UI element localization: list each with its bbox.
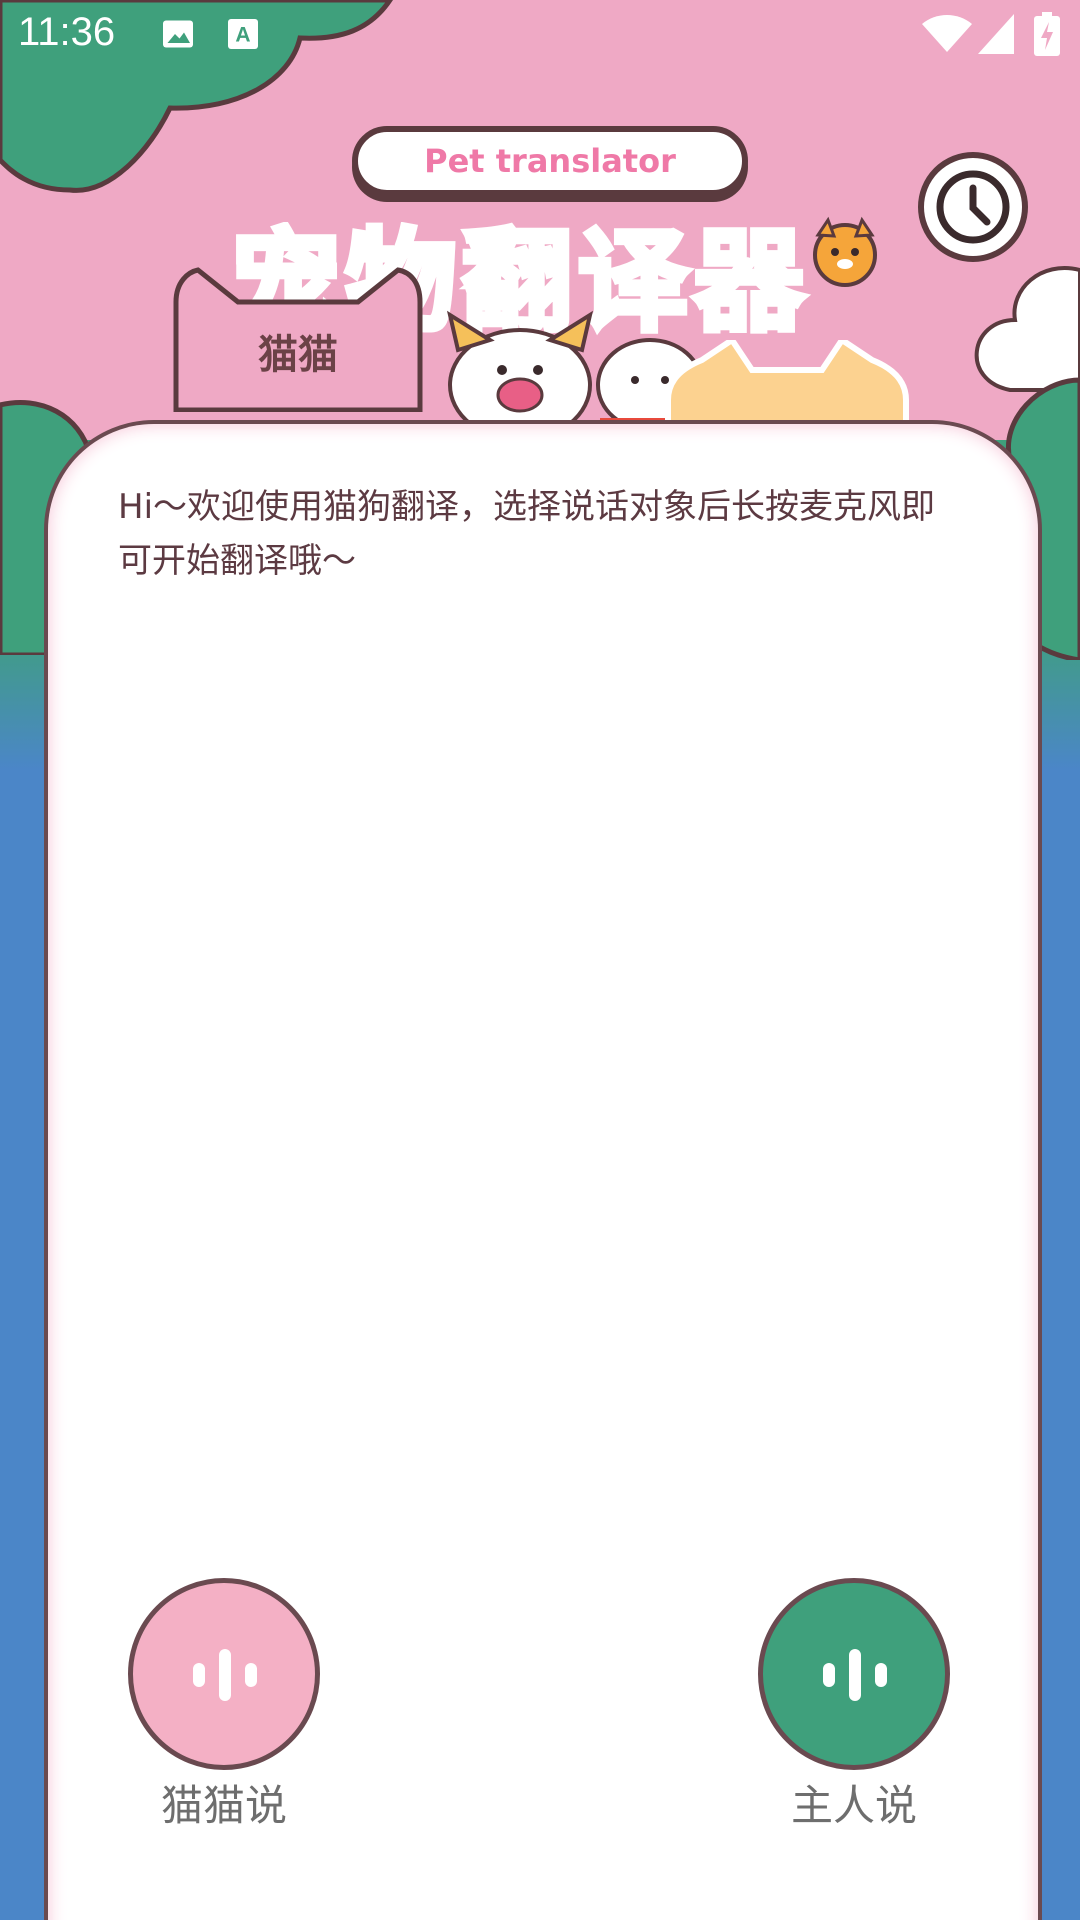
- text-a-icon: A: [228, 19, 258, 49]
- wifi-icon: [922, 15, 972, 52]
- status-bar: 11:36 A: [0, 0, 1080, 74]
- cat-speak-label: 猫猫说: [160, 1781, 287, 1830]
- status-time: 11:36: [18, 10, 116, 54]
- tab-cat[interactable]: 猫猫: [168, 262, 428, 412]
- svg-text:A: A: [235, 24, 250, 47]
- sound-wave-icon: [823, 1649, 887, 1701]
- greeting-message: Hi～欢迎使用猫狗翻译，选择说话对象后长按麦克风即可开始翻译哦～: [118, 487, 936, 581]
- history-button[interactable]: [918, 152, 1028, 262]
- tab-cat-label: 猫猫: [258, 332, 338, 378]
- pet-translator-badge: Pet translator: [352, 126, 748, 196]
- signal-icon: [978, 14, 1014, 54]
- dog-sticker-icon: [813, 216, 877, 287]
- image-icon: [163, 20, 193, 48]
- battery-charging-icon: [1034, 12, 1060, 56]
- badge-text: Pet translator: [424, 142, 676, 180]
- owner-speak-label: 主人说: [790, 1781, 917, 1830]
- app-screen: 11:36 A Pet translator 宠物翻译器 猫猫 Hi～欢迎使用猫…: [0, 0, 1080, 1920]
- cat-speak-button[interactable]: [128, 1578, 320, 1770]
- owner-speak-button[interactable]: [758, 1578, 950, 1770]
- clock-icon: [936, 170, 1010, 244]
- sound-wave-icon: [193, 1649, 257, 1701]
